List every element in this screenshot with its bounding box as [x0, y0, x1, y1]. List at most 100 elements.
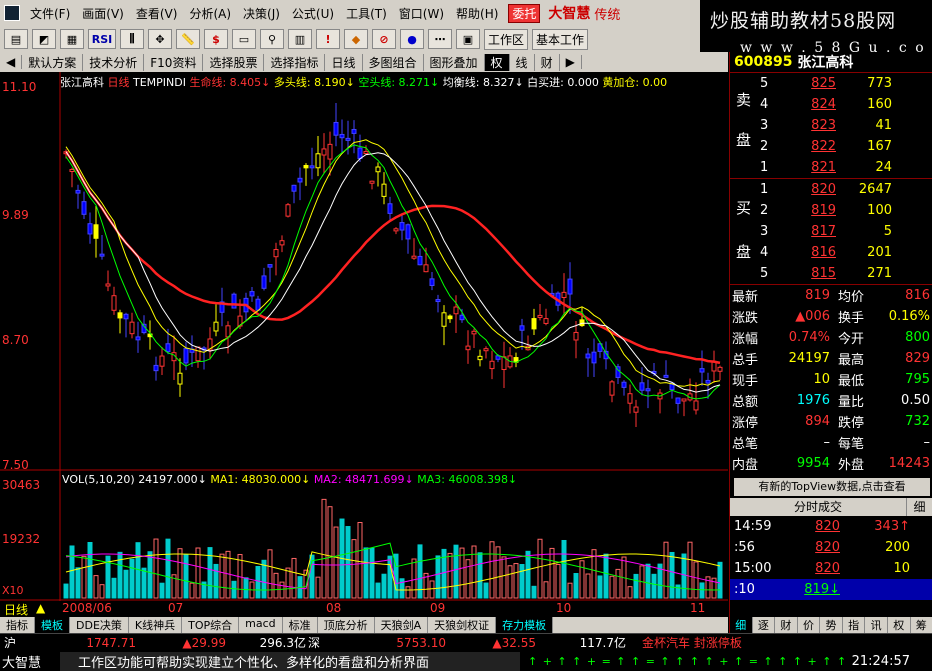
- menu-help[interactable]: 帮助(H): [450, 5, 504, 22]
- btab-cunli[interactable]: 存力模板: [496, 617, 554, 633]
- scroll-left-icon[interactable]: ◀: [0, 55, 23, 69]
- news-ticker[interactable]: 金杯汽车 封涨停板: [626, 634, 742, 651]
- menu-formula[interactable]: 公式(U): [286, 5, 340, 22]
- app-icon[interactable]: [4, 5, 20, 21]
- sell-row[interactable]: 2 822 167: [756, 136, 932, 157]
- ruler-icon[interactable]: 📏: [176, 29, 200, 49]
- status-message: 工作区功能可帮助实现建立个性化、多样化的看盘和分析界面: [60, 651, 520, 671]
- volume-bar: [537, 538, 543, 599]
- topview-notice[interactable]: 有新的TopView数据,点击查看: [734, 478, 930, 496]
- menu-tools[interactable]: 工具(T): [340, 5, 393, 22]
- kline-icon[interactable]: ⫼: [120, 29, 144, 49]
- volume-bar: [147, 551, 153, 599]
- grid-icon[interactable]: ▦: [60, 29, 84, 49]
- tab-select-stock[interactable]: 选择股票: [203, 53, 265, 71]
- vol-ma3: MA3: 46008.398↓: [417, 473, 518, 486]
- candle-body: [429, 278, 435, 287]
- alert-icon[interactable]: !: [316, 29, 340, 49]
- btab-tianlang-warrant[interactable]: 天狼剑权证: [428, 617, 497, 633]
- crosshair-icon[interactable]: ✥: [148, 29, 172, 49]
- trade-button[interactable]: 委托: [508, 3, 541, 23]
- sell-row[interactable]: 5 825 773: [756, 73, 932, 94]
- ptab-finance[interactable]: 财: [775, 617, 798, 633]
- btab-topbottom[interactable]: 顶底分析: [318, 617, 375, 633]
- menu-analysis[interactable]: 分析(A): [183, 5, 237, 22]
- btab-template[interactable]: 模板: [35, 617, 70, 633]
- stop-icon[interactable]: ⊘: [372, 29, 396, 49]
- globe-icon[interactable]: ●: [400, 29, 424, 49]
- dots-icon[interactable]: ⋯: [428, 29, 452, 49]
- buy-row[interactable]: 4 816 201: [756, 242, 932, 263]
- detail-button[interactable]: 细: [906, 498, 932, 516]
- money-icon[interactable]: ▭: [232, 29, 256, 49]
- period-label: 日线: [4, 603, 29, 617]
- chart-stock-name: 张江高科: [60, 76, 104, 89]
- vol-ma1: MA1: 48030.000↓: [210, 473, 311, 486]
- basic-work-button[interactable]: 基本工作: [532, 28, 589, 50]
- ptab-price[interactable]: 价: [798, 617, 821, 633]
- diamond-icon[interactable]: ◆: [344, 29, 368, 49]
- ptab-news[interactable]: 讯: [865, 617, 888, 633]
- period-arrow-icon[interactable]: ▲: [36, 601, 45, 615]
- candle-body: [705, 379, 711, 384]
- dollar-icon[interactable]: $: [204, 29, 228, 49]
- scroll-right-icon[interactable]: ▶: [560, 55, 582, 69]
- tab-select-indicator[interactable]: 选择指标: [264, 53, 326, 71]
- rank-icon[interactable]: ▥: [288, 29, 312, 49]
- chart-formula: TEMPINDI: [133, 76, 186, 89]
- btab-indicator[interactable]: 指标: [0, 617, 35, 633]
- volume-bar: [321, 498, 327, 599]
- ptab-each[interactable]: 逐: [753, 617, 776, 633]
- tab-default-scheme[interactable]: 默认方案: [22, 53, 84, 71]
- btab-kline[interactable]: K线神兵: [129, 617, 183, 633]
- calc-icon[interactable]: ▣: [456, 29, 480, 49]
- list-icon[interactable]: ▤: [4, 29, 28, 49]
- ptab-index[interactable]: 指: [843, 617, 866, 633]
- buy-row[interactable]: 1 820 2647: [756, 179, 932, 200]
- buy-row[interactable]: 5 815 271: [756, 263, 932, 284]
- menu-window[interactable]: 窗口(W): [393, 5, 450, 22]
- workspace-button[interactable]: 工作区: [484, 28, 529, 50]
- tab-line[interactable]: 线: [510, 53, 535, 71]
- volume-bar: [561, 539, 567, 599]
- sell-row[interactable]: 4 824 160: [756, 94, 932, 115]
- ptab-right[interactable]: 权: [888, 617, 911, 633]
- candle-body: [165, 343, 171, 353]
- ptab-detail[interactable]: 细: [730, 617, 753, 633]
- sell-row[interactable]: 1 821 24: [756, 157, 932, 178]
- tab-multi-chart[interactable]: 多图组合: [363, 53, 424, 71]
- stat-row: 最新 819 均价 816: [732, 285, 932, 306]
- rsi-button[interactable]: RSI: [88, 29, 116, 49]
- tab-daily[interactable]: 日线: [325, 53, 363, 71]
- sell-row[interactable]: 3 823 41: [756, 115, 932, 136]
- tab-quan[interactable]: 权: [484, 53, 510, 71]
- ptab-chips[interactable]: 筹: [911, 617, 932, 633]
- btab-tianlang-a[interactable]: 天狼剑A: [375, 617, 429, 633]
- candle-body: [339, 133, 345, 139]
- btab-macd[interactable]: macd: [239, 617, 283, 633]
- menu-view[interactable]: 画面(V): [76, 5, 130, 22]
- candle-body: [681, 398, 687, 402]
- btab-dde[interactable]: DDE决策: [70, 617, 129, 633]
- volume-bar: [129, 558, 135, 599]
- tab-finance[interactable]: 财: [535, 53, 560, 71]
- tab-f10[interactable]: F10资料: [144, 53, 204, 71]
- menu-decision[interactable]: 决策(J): [237, 5, 286, 22]
- level: 1: [760, 160, 769, 175]
- btab-standard[interactable]: 标准: [283, 617, 318, 633]
- chart-info-line: 张江高科 日线 TEMPINDI 生命线: 8.405↓ 多头线: 8.190↓…: [60, 74, 667, 90]
- volume-bar: [333, 526, 339, 599]
- ptab-trend[interactable]: 势: [820, 617, 843, 633]
- buy-row[interactable]: 3 817 5: [756, 221, 932, 242]
- y-label-2: 9.89: [2, 208, 29, 222]
- btab-top[interactable]: TOP综合: [182, 617, 240, 633]
- vol-label: VOL(5,10,20): [62, 473, 135, 486]
- tab-overlay[interactable]: 图形叠加: [424, 53, 485, 71]
- menu-file[interactable]: 文件(F): [24, 5, 76, 22]
- binoculars-icon[interactable]: ⚲: [260, 29, 284, 49]
- buy-row[interactable]: 2 819 100: [756, 200, 932, 221]
- chart-icon[interactable]: ◩: [32, 29, 56, 49]
- kline-chart[interactable]: [0, 72, 728, 602]
- tab-tech-analysis[interactable]: 技术分析: [83, 53, 145, 71]
- menu-look[interactable]: 查看(V): [130, 5, 184, 22]
